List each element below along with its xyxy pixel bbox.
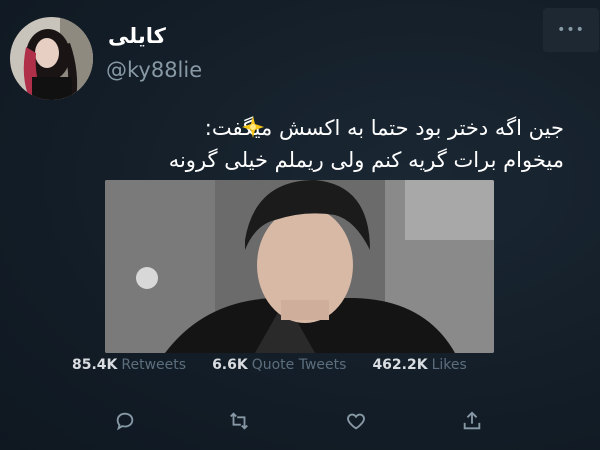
share-icon xyxy=(463,411,481,430)
tweet-stats: 85.4K Retweets 6.6K Quote Tweets 462.2K Lik… xyxy=(72,357,493,373)
like-button[interactable] xyxy=(341,406,371,436)
tweet-actions-bar xyxy=(0,400,600,440)
retweets-count: 85.4K xyxy=(72,357,118,373)
sparkle-icon xyxy=(242,116,264,138)
tweet-text: جین اگه دختر بود حتما به اکسش میگفت: میخ… xyxy=(94,112,564,176)
retweets-label: Retweets xyxy=(121,357,187,373)
quote-tweets-count: 6.6K xyxy=(212,357,248,373)
avatar-image xyxy=(10,17,93,100)
tweet-line-1: جین اگه دختر بود حتما به اکسش میگفت: xyxy=(204,116,564,140)
tweet-media-image[interactable] xyxy=(105,180,494,353)
more-icon: ••• xyxy=(557,22,585,38)
likes-stat[interactable]: 462.2K Likes xyxy=(372,357,466,373)
tweet-line-2: میخوام برات گریه کنم ولی ریملم خیلی گرون… xyxy=(168,148,564,172)
user-handle[interactable]: @ky88lie xyxy=(106,58,202,82)
more-options-button[interactable]: ••• xyxy=(543,8,599,52)
retweet-button[interactable] xyxy=(224,406,254,436)
photo xyxy=(105,180,494,353)
avatar[interactable] xyxy=(10,17,93,100)
like-icon xyxy=(347,413,365,430)
quote-tweets-stat[interactable]: 6.6K Quote Tweets xyxy=(212,357,346,373)
retweet-icon xyxy=(230,412,248,430)
quote-tweets-label: Quote Tweets xyxy=(251,357,347,373)
reply-icon xyxy=(116,412,134,431)
retweets-stat[interactable]: 85.4K Retweets xyxy=(72,357,186,373)
share-button[interactable] xyxy=(457,406,487,436)
display-name[interactable]: کایلی xyxy=(108,24,166,48)
reply-button[interactable] xyxy=(110,406,140,436)
likes-count: 462.2K xyxy=(372,357,428,373)
likes-label: Likes xyxy=(431,357,467,373)
